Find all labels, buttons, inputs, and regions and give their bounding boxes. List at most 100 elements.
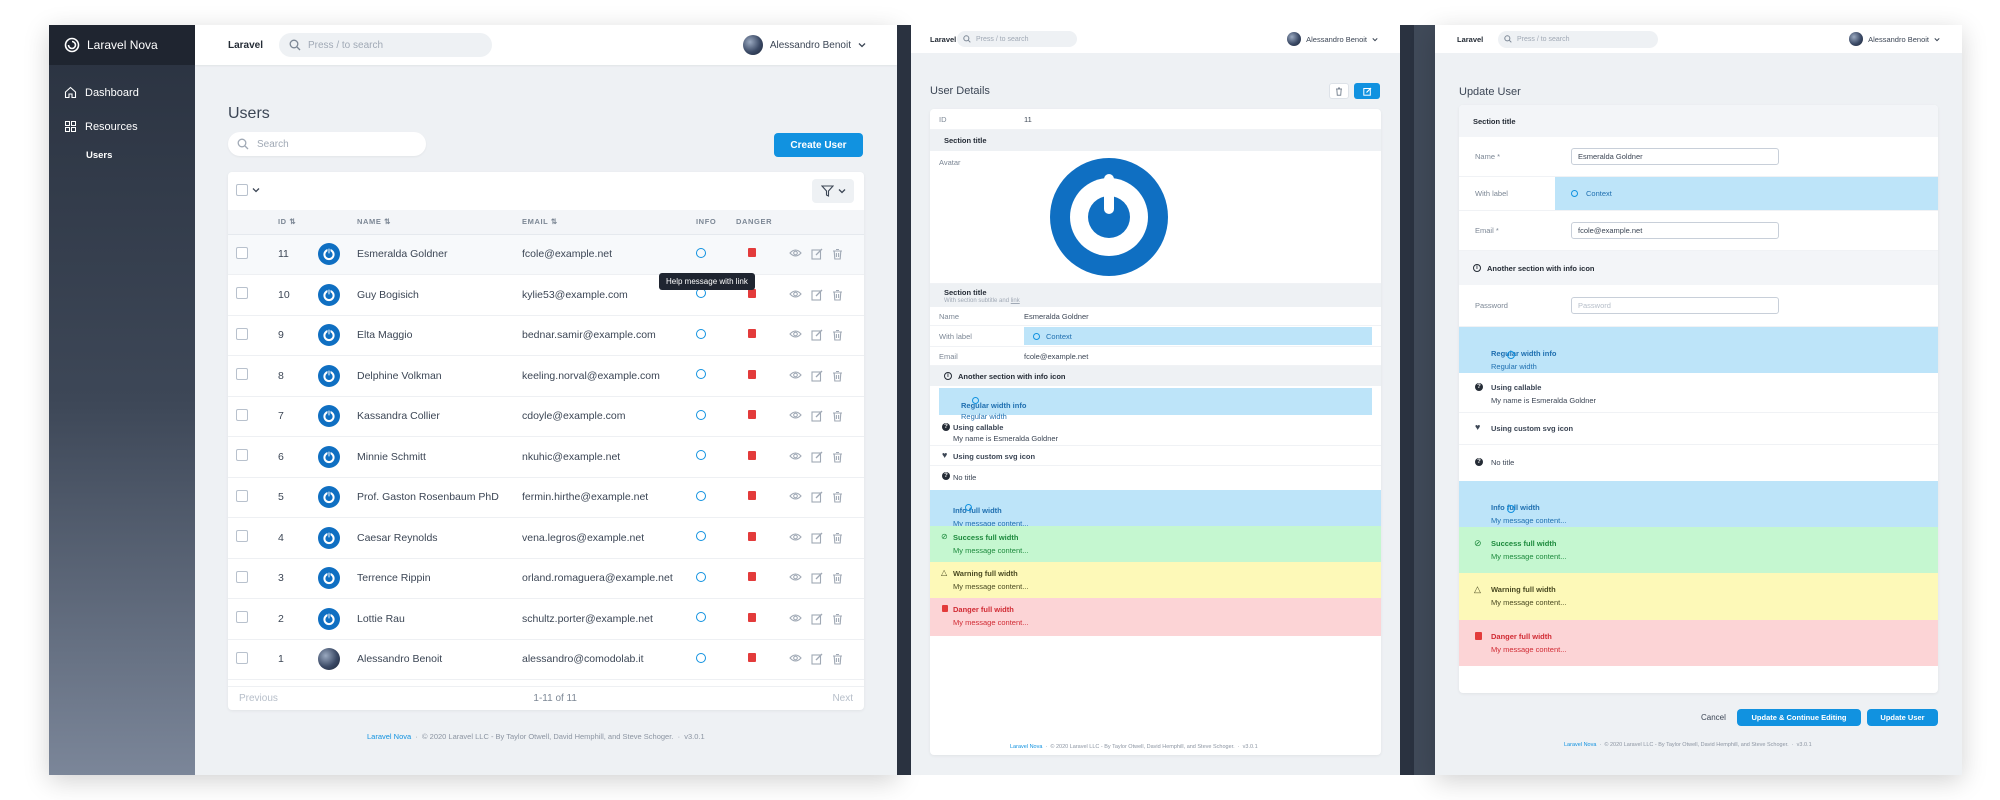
row-checkbox[interactable]: [236, 287, 248, 300]
info-icon[interactable]: [696, 571, 706, 582]
trash-icon[interactable]: [832, 613, 843, 625]
trash-icon[interactable]: [832, 491, 843, 503]
view-icon[interactable]: [789, 613, 802, 623]
notice-title: Regular width info: [961, 401, 1027, 410]
name-input[interactable]: Esmeralda Goldner: [1571, 148, 1779, 165]
view-icon[interactable]: [789, 410, 802, 420]
select-all-control[interactable]: [236, 184, 260, 196]
view-icon[interactable]: [789, 329, 802, 339]
row-checkbox[interactable]: [236, 651, 248, 664]
trash-icon[interactable]: [832, 451, 843, 463]
row-checkbox[interactable]: [236, 489, 248, 502]
view-icon[interactable]: [789, 451, 802, 461]
edit-icon[interactable]: [811, 289, 823, 301]
view-icon[interactable]: [789, 532, 802, 542]
edit-icon[interactable]: [811, 370, 823, 382]
edit-icon[interactable]: [811, 248, 823, 260]
filter-button[interactable]: [812, 179, 854, 203]
trash-icon[interactable]: [832, 329, 843, 341]
section-subtitle-link[interactable]: link: [1011, 298, 1020, 304]
trash-icon[interactable]: [832, 532, 843, 544]
view-icon[interactable]: [789, 289, 802, 299]
view-icon[interactable]: [789, 491, 802, 501]
brand[interactable]: Laravel Nova: [49, 25, 195, 65]
header-brand: Laravel: [228, 39, 264, 51]
user-name: Caesar Reynolds: [357, 517, 522, 559]
column-name[interactable]: NAME ⇅: [357, 210, 522, 235]
edit-icon[interactable]: [811, 329, 823, 341]
trash-icon[interactable]: [832, 289, 843, 301]
row-checkbox[interactable]: [236, 611, 248, 624]
info-icon[interactable]: [696, 247, 706, 258]
row-checkbox[interactable]: [236, 449, 248, 462]
footer-link[interactable]: Laravel Nova: [367, 732, 411, 741]
trash-icon[interactable]: [832, 370, 843, 382]
info-icon[interactable]: [696, 409, 706, 420]
next-button[interactable]: Next: [832, 693, 853, 704]
email-form-row: Email * fcole@example.net: [1459, 211, 1938, 251]
check-circle-icon: ⊘: [941, 532, 948, 541]
column-id[interactable]: ID ⇅: [278, 210, 318, 235]
edit-icon[interactable]: [811, 451, 823, 463]
row-checkbox[interactable]: [236, 246, 248, 259]
info-icon[interactable]: [696, 531, 706, 542]
edit-icon[interactable]: [811, 613, 823, 625]
user-menu[interactable]: Alessandro Benoit: [1287, 32, 1378, 46]
sidebar-item-dashboard[interactable]: Dashboard: [64, 86, 139, 99]
create-user-button[interactable]: Create User: [774, 133, 863, 157]
table-row: 6 Minnie Schmitt nkuhic@example.net: [228, 436, 864, 478]
global-search[interactable]: Press / to search: [279, 33, 492, 57]
edit-icon[interactable]: [811, 532, 823, 544]
row-checkbox[interactable]: [236, 408, 248, 421]
sidebar-item-resources[interactable]: Resources: [64, 120, 138, 133]
view-icon[interactable]: [789, 248, 802, 258]
info-icon[interactable]: [696, 369, 706, 380]
column-email[interactable]: EMAIL ⇅: [522, 210, 696, 235]
view-icon[interactable]: [789, 653, 802, 663]
row-checkbox[interactable]: [236, 530, 248, 543]
resource-search-input[interactable]: Search: [228, 132, 426, 156]
edit-icon[interactable]: [811, 653, 823, 665]
view-icon[interactable]: [789, 572, 802, 582]
trash-icon[interactable]: [832, 248, 843, 260]
info-icon[interactable]: [696, 328, 706, 339]
footer-version: v3.0.1: [1242, 744, 1258, 750]
heart-icon: ♥: [1475, 422, 1481, 432]
select-all-checkbox[interactable]: [236, 184, 248, 196]
view-icon[interactable]: [789, 370, 802, 380]
info-icon[interactable]: [696, 612, 706, 623]
cancel-button[interactable]: Cancel: [1701, 713, 1726, 722]
edit-icon[interactable]: [811, 491, 823, 503]
update-continue-button[interactable]: Update & Continue Editing: [1737, 709, 1861, 726]
notice-text: My message content...: [1491, 645, 1567, 654]
update-user-button[interactable]: Update User: [1867, 709, 1938, 726]
row-checkbox[interactable]: [236, 327, 248, 340]
footer-link[interactable]: Laravel Nova: [1010, 744, 1042, 750]
trash-icon[interactable]: [832, 572, 843, 584]
footer: Laravel Nova · © 2020 Laravel LLC - By T…: [367, 732, 705, 741]
info-icon[interactable]: [696, 490, 706, 501]
user-menu[interactable]: Alessandro Benoit: [742, 35, 866, 55]
row-checkbox[interactable]: [236, 570, 248, 583]
delete-button[interactable]: [1329, 83, 1349, 99]
footer-link[interactable]: Laravel Nova: [1564, 742, 1596, 748]
email-input[interactable]: fcole@example.net: [1571, 222, 1779, 239]
trash-icon[interactable]: [832, 410, 843, 422]
info-icon: [965, 504, 972, 511]
edit-icon[interactable]: [811, 410, 823, 422]
info-icon[interactable]: [696, 652, 706, 663]
global-search[interactable]: Press / to search: [1498, 30, 1658, 48]
edit-icon[interactable]: [811, 572, 823, 584]
global-search[interactable]: Press / to search: [957, 31, 1077, 47]
column-email-label: EMAIL: [522, 217, 549, 227]
trash-icon[interactable]: [832, 653, 843, 665]
user-email: fermin.hirthe@example.net: [522, 477, 696, 518]
previous-button[interactable]: Previous: [239, 693, 278, 704]
user-menu[interactable]: Alessandro Benoit: [1849, 32, 1940, 46]
edit-button[interactable]: [1354, 83, 1380, 99]
row-checkbox[interactable]: [236, 368, 248, 381]
notice-text: My message content...: [1491, 598, 1567, 607]
password-input[interactable]: Password: [1571, 297, 1779, 314]
info-icon[interactable]: [696, 450, 706, 461]
sidebar-subitem-users[interactable]: Users: [86, 150, 112, 161]
